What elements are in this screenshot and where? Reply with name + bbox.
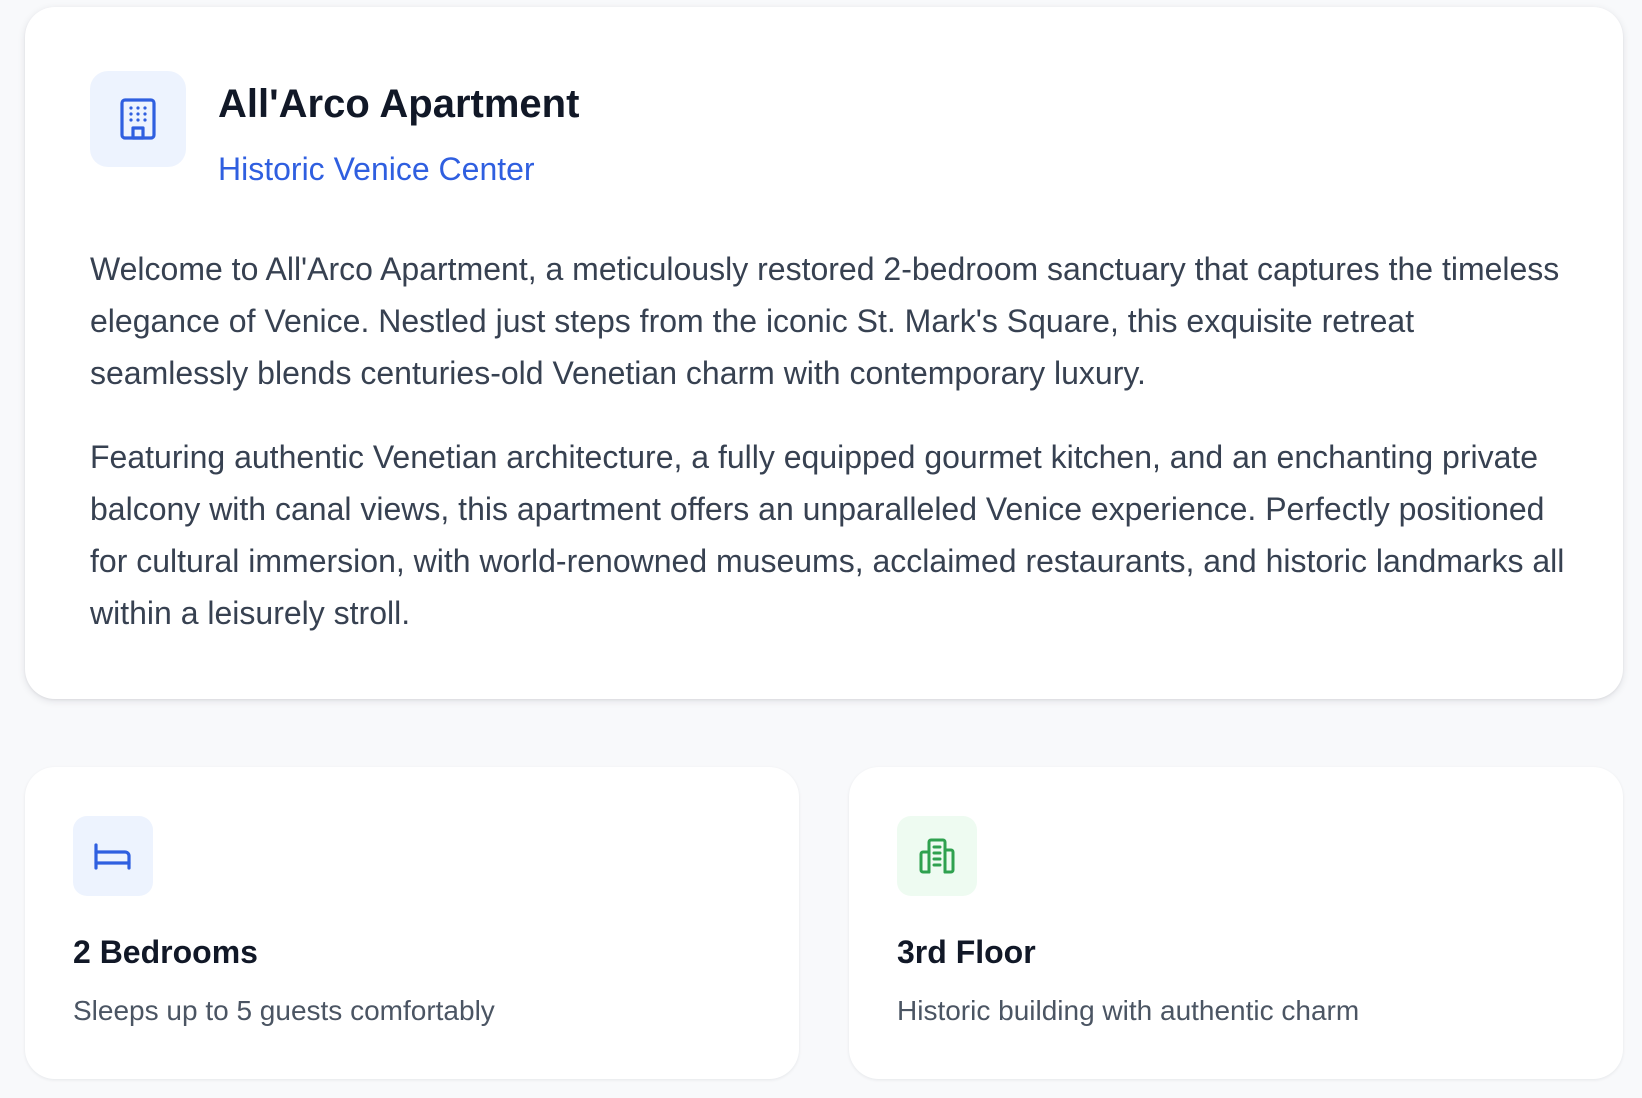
feature-title: 2 Bedrooms	[73, 934, 258, 970]
listing-overview-card: All'Arco Apartment Historic Venice Cente…	[25, 7, 1623, 699]
feature-card-bedrooms: 2 Bedrooms Sleeps up to 5 guests comfort…	[25, 767, 799, 1079]
feature-title: 3rd Floor	[897, 934, 1036, 970]
feature-description: Historic building with authentic charm	[897, 995, 1360, 1026]
feature-card-floor: 3rd Floor Historic building with authent…	[849, 767, 1623, 1079]
listing-title: All'Arco Apartment	[218, 82, 580, 126]
feature-description: Sleeps up to 5 guests comfortably	[73, 995, 495, 1026]
description-paragraph: Featuring authentic Venetian architectur…	[90, 439, 1565, 631]
building-icon	[90, 71, 186, 167]
listing-description: Welcome to All'Arco Apartment, a meticul…	[90, 243, 1570, 639]
listing-location-link[interactable]: Historic Venice Center	[218, 147, 535, 191]
bed-icon	[73, 816, 153, 896]
floor-building-icon	[897, 816, 977, 896]
description-paragraph: Welcome to All'Arco Apartment, a meticul…	[90, 251, 1560, 391]
